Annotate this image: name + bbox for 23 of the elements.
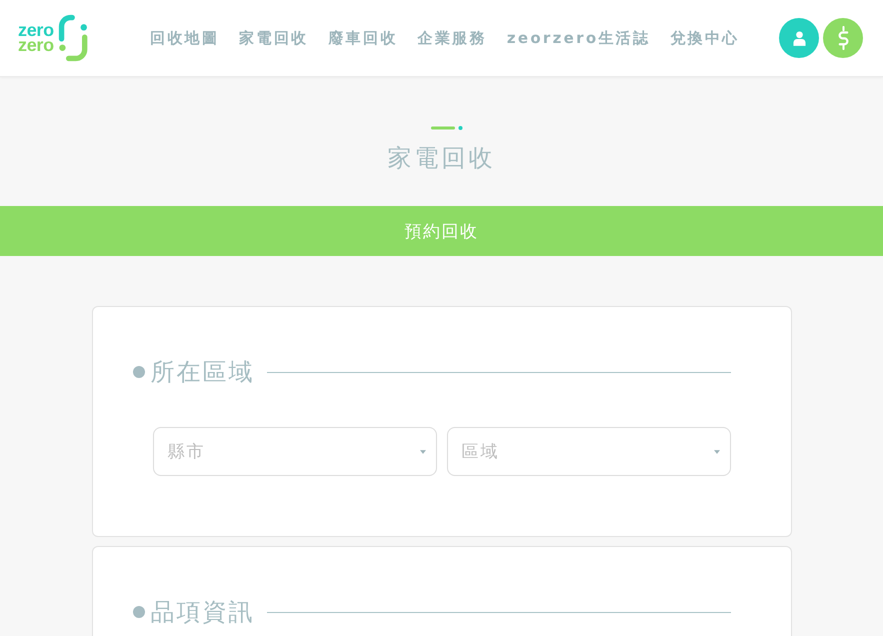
nav-link[interactable]: 兌換中心 bbox=[670, 24, 740, 52]
caret-icon bbox=[420, 450, 426, 454]
nav-link[interactable]: zeorzero生活誌 bbox=[506, 24, 650, 52]
bullet-dot-icon bbox=[132, 366, 144, 378]
user-icon bbox=[792, 30, 806, 46]
nav-link[interactable]: 家電回收 bbox=[239, 24, 308, 52]
dollar-icon bbox=[838, 26, 848, 50]
dash-dot-icon bbox=[430, 126, 462, 130]
bullet-dot-icon bbox=[132, 606, 144, 618]
points-button[interactable] bbox=[823, 18, 863, 58]
logo-text[interactable]: zero zero bbox=[18, 23, 54, 53]
dropdown-field[interactable]: 區域 bbox=[446, 427, 730, 476]
caret-icon bbox=[714, 450, 720, 454]
nav-link[interactable]: 企業服務 bbox=[418, 24, 487, 52]
nav-link[interactable]: 廢車回收 bbox=[328, 24, 398, 52]
dropdown-field[interactable]: 縣市 bbox=[152, 427, 436, 476]
page-title: 家電回收 bbox=[388, 143, 496, 174]
booking-banner: 預約回收 bbox=[0, 206, 883, 256]
account-button[interactable] bbox=[779, 18, 819, 58]
section-title: 所在區域 bbox=[150, 357, 254, 388]
section-title: 品項資訊 bbox=[150, 597, 254, 628]
nav-link[interactable]: 回收地圖 bbox=[150, 24, 220, 52]
logo-icon[interactable] bbox=[58, 14, 90, 62]
